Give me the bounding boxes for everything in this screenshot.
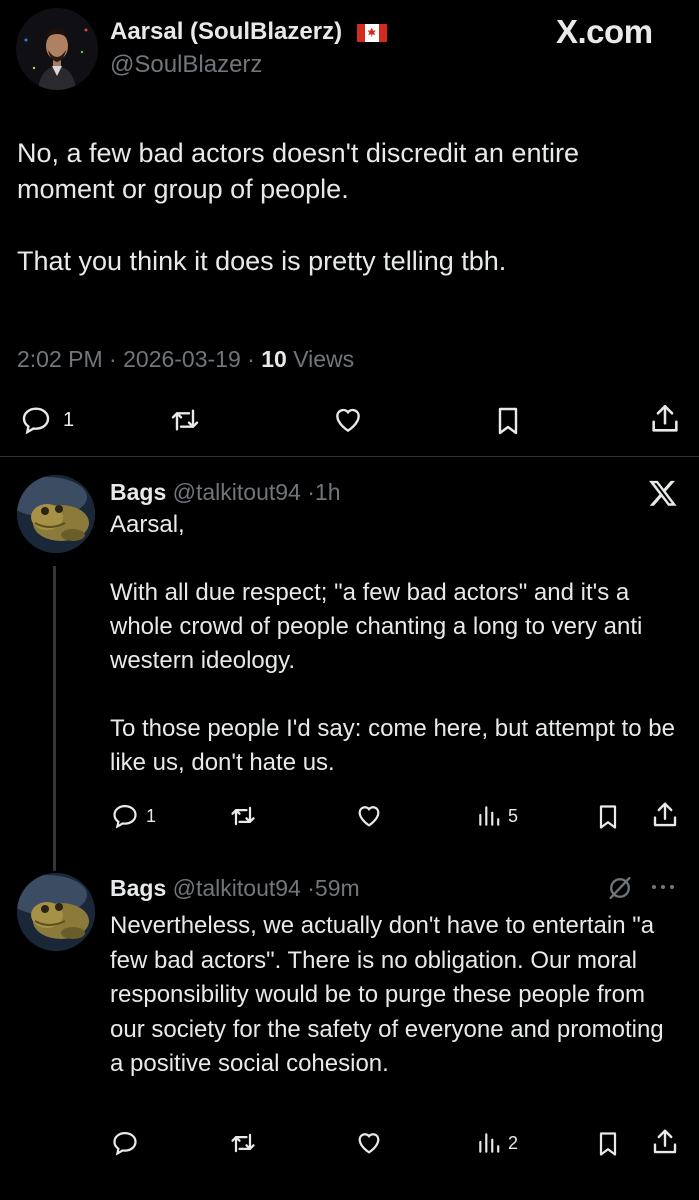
meta-dot: · bbox=[307, 479, 315, 505]
reply-icon bbox=[110, 1129, 140, 1157]
divider bbox=[0, 456, 699, 457]
reply2-text: Nevertheless, we actually don't have to … bbox=[110, 909, 678, 1082]
more-options-icon[interactable] bbox=[652, 885, 674, 889]
reply1-bookmark-button[interactable] bbox=[594, 802, 622, 832]
reply1-paragraph-2: With all due respect; "a few bad actors"… bbox=[110, 579, 643, 674]
reply1-paragraph-1: Aarsal, bbox=[110, 511, 185, 538]
main-views-count: 10 bbox=[261, 346, 287, 372]
reply2-display-name[interactable]: Bags bbox=[110, 875, 166, 901]
reply1-paragraph-3: To those people I'd say: come here, but … bbox=[110, 715, 675, 776]
reply1-share-button[interactable] bbox=[650, 800, 680, 830]
bookmark-icon bbox=[594, 1129, 622, 1159]
reply1-like-button[interactable] bbox=[354, 802, 384, 830]
main-date[interactable]: 2026-03-19 bbox=[123, 346, 241, 372]
reply1-views-button[interactable]: 5 bbox=[476, 802, 518, 830]
grok-icon[interactable] bbox=[606, 874, 634, 907]
reply1-handle[interactable]: @talkitout94 bbox=[173, 479, 301, 505]
reply2-age[interactable]: 59m bbox=[315, 875, 360, 901]
reply1-text: Aarsal, With all due respect; "a few bad… bbox=[110, 508, 690, 780]
main-paragraph-2: That you think it does is pretty telling… bbox=[17, 246, 507, 276]
canada-flag-icon bbox=[356, 23, 387, 42]
heart-icon bbox=[330, 404, 366, 436]
main-share-button[interactable] bbox=[648, 402, 682, 436]
bookmark-icon bbox=[492, 404, 524, 438]
main-meta: 2:02 PM · 2026-03-19 · 10 Views bbox=[17, 344, 354, 374]
analytics-icon bbox=[476, 802, 502, 830]
main-reply-count: 1 bbox=[63, 408, 75, 431]
retweet-icon bbox=[226, 802, 260, 830]
thread-line bbox=[53, 566, 56, 871]
reply-icon bbox=[110, 802, 140, 830]
main-paragraph-1: No, a few bad actors doesn't discredit a… bbox=[17, 138, 579, 204]
retweet-icon bbox=[166, 404, 204, 436]
main-avatar[interactable] bbox=[16, 8, 98, 90]
main-display-name[interactable]: Aarsal (SoulBlazerz) bbox=[110, 18, 342, 45]
more-dot bbox=[661, 885, 665, 889]
main-views-label: Views bbox=[293, 346, 355, 372]
reply2-like-button[interactable] bbox=[354, 1129, 384, 1157]
reply2-retweet-button[interactable] bbox=[226, 1129, 260, 1157]
main-reply-button[interactable]: 1 bbox=[19, 404, 74, 436]
watermark: X.com bbox=[556, 13, 653, 50]
more-dot bbox=[652, 885, 656, 889]
reply2-views-button[interactable]: 2 bbox=[476, 1129, 518, 1157]
reply2-views-count: 2 bbox=[508, 1132, 519, 1153]
share-icon bbox=[648, 402, 682, 436]
reply2-handle[interactable]: @talkitout94 bbox=[173, 875, 301, 901]
main-time[interactable]: 2:02 PM bbox=[17, 346, 103, 372]
retweet-icon bbox=[226, 1129, 260, 1157]
main-tweet-text: No, a few bad actors doesn't discredit a… bbox=[17, 135, 677, 279]
reply1-reply-button[interactable]: 1 bbox=[110, 802, 156, 830]
meta-dot: · bbox=[247, 346, 262, 372]
main-retweet-button[interactable] bbox=[166, 404, 204, 436]
main-like-button[interactable] bbox=[330, 404, 366, 436]
reply1-avatar[interactable] bbox=[17, 475, 95, 553]
reply2-reply-button[interactable] bbox=[110, 1129, 140, 1157]
reply2-bookmark-button[interactable] bbox=[594, 1129, 622, 1159]
reply2-paragraph-1: Nevertheless, we actually don't have to … bbox=[110, 912, 664, 1077]
analytics-icon bbox=[476, 1129, 502, 1157]
reply1-age[interactable]: 1h bbox=[315, 479, 341, 505]
reply1-display-name[interactable]: Bags bbox=[110, 479, 166, 505]
meta-dot: · bbox=[109, 346, 124, 372]
reply2-header: Bags @talkitout94 ·59m bbox=[110, 874, 360, 902]
main-bookmark-button[interactable] bbox=[492, 404, 524, 438]
bookmark-icon bbox=[594, 802, 622, 832]
reply2-avatar[interactable] bbox=[17, 873, 95, 951]
reply1-retweet-button[interactable] bbox=[226, 802, 260, 830]
main-handle[interactable]: @SoulBlazerz bbox=[110, 50, 262, 80]
reply2-share-button[interactable] bbox=[650, 1127, 680, 1157]
reply1-reply-count: 1 bbox=[146, 805, 157, 826]
more-dot bbox=[670, 885, 674, 889]
reply1-views-count: 5 bbox=[508, 805, 519, 826]
reply1-header: Bags @talkitout94 ·1h bbox=[110, 478, 341, 506]
share-icon bbox=[650, 1127, 680, 1157]
reply-icon bbox=[19, 404, 53, 436]
heart-icon bbox=[354, 1129, 384, 1157]
share-icon bbox=[650, 800, 680, 830]
meta-dot: · bbox=[307, 875, 315, 901]
heart-icon bbox=[354, 802, 384, 830]
